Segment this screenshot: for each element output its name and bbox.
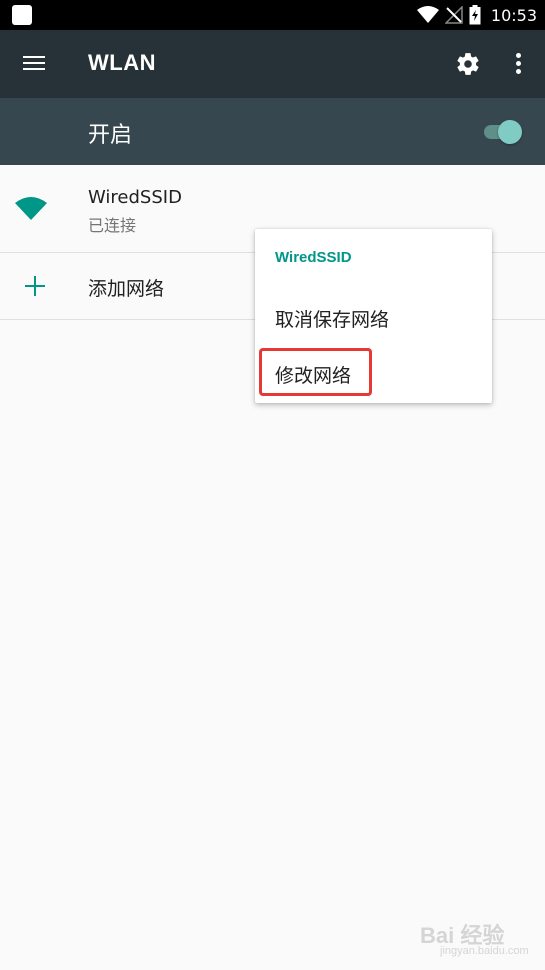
watermark-url: jingyan.baidu.com bbox=[440, 945, 529, 957]
battery-charging-icon bbox=[469, 5, 481, 25]
wlan-toggle[interactable] bbox=[482, 119, 524, 145]
plus-icon bbox=[25, 276, 45, 296]
toggle-thumb bbox=[498, 120, 522, 144]
wifi-full-icon bbox=[15, 197, 47, 220]
status-time: 10:53 bbox=[490, 5, 537, 25]
modify-network-label: 修改网络 bbox=[275, 365, 352, 387]
status-icons: 10:53 bbox=[416, 0, 537, 30]
network-context-menu: WiredSSID 取消保存网络 修改网络 bbox=[255, 229, 492, 403]
context-menu-title: WiredSSID bbox=[275, 249, 352, 266]
network-ssid: WiredSSID bbox=[88, 187, 182, 208]
gear-icon[interactable] bbox=[455, 51, 481, 77]
forget-network-menu-item[interactable]: 取消保存网络 bbox=[255, 290, 492, 344]
forget-network-label: 取消保存网络 bbox=[275, 309, 390, 331]
add-network-label: 添加网络 bbox=[88, 278, 165, 300]
switch-label: 开启 bbox=[88, 123, 133, 148]
no-signal-icon bbox=[444, 6, 463, 24]
hamburger-menu-icon[interactable] bbox=[23, 52, 47, 76]
page-title: WLAN bbox=[88, 50, 156, 75]
network-status: 已连接 bbox=[88, 216, 137, 235]
status-bar: 10:53 bbox=[0, 0, 545, 30]
wlan-master-switch-bar[interactable]: 开启 bbox=[0, 98, 545, 165]
wifi-status-icon bbox=[416, 6, 439, 23]
screen: 10:53 WLAN 开启 WiredSSID 已连接 添加网络 WiredSS… bbox=[0, 0, 545, 970]
notification-icon bbox=[12, 5, 32, 25]
app-toolbar: WLAN bbox=[0, 30, 545, 98]
more-vert-icon[interactable] bbox=[510, 52, 526, 76]
modify-network-menu-item[interactable]: 修改网络 bbox=[255, 346, 492, 400]
